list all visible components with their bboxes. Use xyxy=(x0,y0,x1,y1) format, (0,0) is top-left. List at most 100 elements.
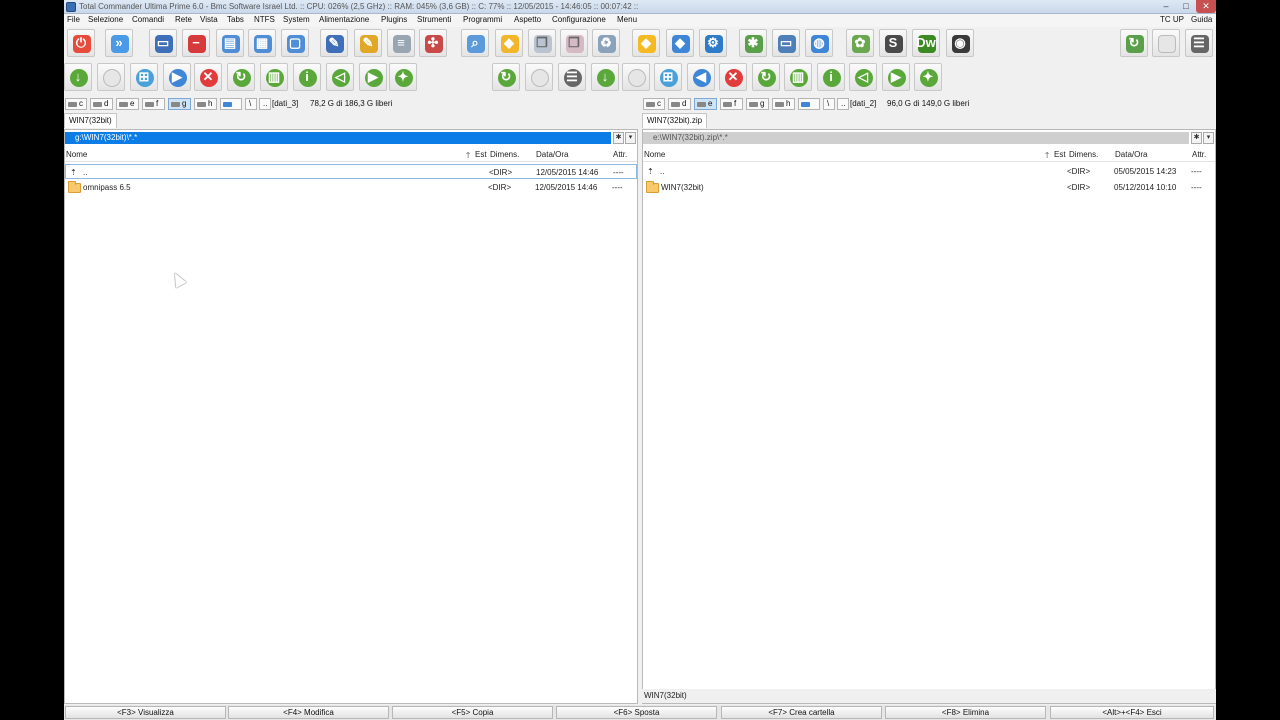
f3-view-button[interactable]: <F3> Visualizza xyxy=(65,706,226,719)
menu-menu[interactable]: Menu xyxy=(617,15,637,24)
table-row[interactable]: omnipass 6.5 <DIR> 12/05/2015 14:46 ---- xyxy=(65,180,637,195)
tb1-tag-button[interactable]: ◆ xyxy=(495,29,523,57)
tb2-blank-page-button[interactable] xyxy=(97,63,125,91)
tb2-volume-button[interactable]: ◁ xyxy=(849,63,877,91)
menu-ntfs[interactable]: NTFS xyxy=(254,15,275,24)
tb1-wrench-button[interactable]: ✱ xyxy=(739,29,767,57)
menu-tc-up[interactable]: TC UP xyxy=(1160,15,1184,24)
tb1-cube-blue-button[interactable]: ◆ xyxy=(666,29,694,57)
menu-configurazione[interactable]: Configurazione xyxy=(552,15,606,24)
tb2-refresh-button[interactable]: ↻ xyxy=(492,63,520,91)
left-network-drive[interactable] xyxy=(220,98,242,110)
tab-right-win7-zip[interactable]: WIN7(32bit).zip xyxy=(642,113,708,128)
tb1-sublime-button[interactable]: S xyxy=(879,29,907,57)
close-button[interactable]: ✕ xyxy=(1196,0,1216,13)
left-path-bar[interactable]: g:\WIN7(32bit)\*.* xyxy=(65,132,611,144)
menu-aspetto[interactable]: Aspetto xyxy=(514,15,541,24)
tb1-monitor-button[interactable]: ▭ xyxy=(772,29,800,57)
col-size[interactable]: Dimens. xyxy=(1069,150,1098,159)
col-date[interactable]: Data/Ora xyxy=(1115,150,1147,159)
right-drive-c[interactable]: c xyxy=(643,98,665,110)
tb1-globe-button[interactable]: ◍ xyxy=(805,29,833,57)
tb2-download-button[interactable]: ↓ xyxy=(64,63,92,91)
tb2-blank-page-button[interactable] xyxy=(525,63,553,91)
tb2-windows-logo-button[interactable]: ⊞ xyxy=(654,63,682,91)
tb1-window-button[interactable]: ▭ xyxy=(149,29,177,57)
left-drive-f[interactable]: f xyxy=(142,98,165,110)
menu-system[interactable]: System xyxy=(283,15,310,24)
table-row[interactable]: WIN7(32bit) <DIR> 05/12/2014 10:10 ---- xyxy=(643,180,1215,195)
left-drive-g[interactable]: g xyxy=(168,98,191,110)
left-drive-d[interactable]: d xyxy=(90,98,113,110)
menu-programmi[interactable]: Programmi xyxy=(463,15,502,24)
col-date[interactable]: Data/Ora xyxy=(536,150,568,159)
f4-edit-button[interactable]: <F4> Modifica xyxy=(228,706,389,719)
tb2-video-button[interactable]: ▶ xyxy=(882,63,910,91)
left-file-panel[interactable]: g:\WIN7(32bit)\*.* ✱ ▾ Nome 🡑 Est Dimens… xyxy=(64,129,638,704)
col-ext[interactable]: Est xyxy=(475,150,487,159)
tb2-reload-green-button[interactable]: ↻ xyxy=(752,63,780,91)
tb2-play-button[interactable]: ▶ xyxy=(163,63,191,91)
tb1-cube-yellow-button[interactable]: ◆ xyxy=(632,29,660,57)
left-hotlist-button[interactable]: ▾ xyxy=(625,132,636,144)
right-history-button[interactable]: ✱ xyxy=(1191,132,1202,144)
tb1-recycle-bin-button[interactable]: ♻ xyxy=(592,29,620,57)
maximize-button[interactable]: □ xyxy=(1176,0,1196,13)
tb2-heart-button[interactable]: ✦ xyxy=(389,63,417,91)
left-drive-up[interactable]: .. xyxy=(259,98,271,110)
right-hotlist-button[interactable]: ▾ xyxy=(1203,132,1214,144)
tb1-window-small-button[interactable]: ▢ xyxy=(281,29,309,57)
tb2-video-button[interactable]: ▶ xyxy=(359,63,387,91)
tb1-folder-pencil-button[interactable]: ✎ xyxy=(354,29,382,57)
table-row[interactable]: ⇡ .. <DIR> 05/05/2015 14:23 ---- xyxy=(643,164,1215,179)
left-drive-h[interactable]: h xyxy=(194,98,217,110)
tb2-back-button[interactable]: ◀ xyxy=(687,63,715,91)
menu-tabs[interactable]: Tabs xyxy=(227,15,244,24)
col-size[interactable]: Dimens. xyxy=(490,150,519,159)
f6-move-button[interactable]: <F6> Sposta xyxy=(556,706,717,719)
left-history-button[interactable]: ✱ xyxy=(613,132,624,144)
tab-left-win7[interactable]: WIN7(32bit) xyxy=(64,113,117,128)
tb1-stop-button[interactable]: − xyxy=(182,29,210,57)
right-drive-d[interactable]: d xyxy=(668,98,691,110)
menu-rete[interactable]: Rete xyxy=(175,15,192,24)
left-drive-c[interactable]: c xyxy=(65,98,87,110)
menu-alimentazione[interactable]: Alimentazione xyxy=(319,15,369,24)
tb2-download-button[interactable]: ↓ xyxy=(591,63,619,91)
left-drive-e[interactable]: e xyxy=(116,98,139,110)
left-drive-root[interactable]: \ xyxy=(245,98,257,110)
col-name[interactable]: Nome xyxy=(644,150,665,159)
tb1-power-button[interactable]: ⏻ xyxy=(67,29,95,57)
tb2-chart-button[interactable]: ▥ xyxy=(260,63,288,91)
tb2-close-red-button[interactable]: ✕ xyxy=(194,63,222,91)
menu-selezione[interactable]: Selezione xyxy=(88,15,123,24)
tb1-forward-button[interactable]: » xyxy=(105,29,133,57)
right-network-drive[interactable] xyxy=(798,98,820,110)
tb1-blank-page-button[interactable] xyxy=(1152,29,1180,57)
tb2-info-button[interactable]: i xyxy=(293,63,321,91)
f8-delete-button[interactable]: <F8> Elimina xyxy=(885,706,1046,719)
tb1-gear-button[interactable]: ⚙ xyxy=(699,29,727,57)
tb2-heart-button[interactable]: ✦ xyxy=(914,63,942,91)
menu-guida[interactable]: Guida xyxy=(1191,15,1212,24)
tb1-window-view-button[interactable]: ▤ xyxy=(216,29,244,57)
table-row[interactable]: ⇡ .. <DIR> 12/05/2015 14:46 ---- xyxy=(65,164,637,179)
right-drive-root[interactable]: \ xyxy=(823,98,835,110)
right-drive-up[interactable]: .. xyxy=(837,98,849,110)
tb1-network-button[interactable]: ✣ xyxy=(419,29,447,57)
alt-f4-exit-button[interactable]: <Alt>+<F4> Esci xyxy=(1050,706,1214,719)
tb1-dreamweaver-button[interactable]: Dw xyxy=(912,29,940,57)
tb2-windows-logo-button[interactable]: ⊞ xyxy=(130,63,158,91)
menu-file[interactable]: File xyxy=(67,15,80,24)
tb2-close-red-button[interactable]: ✕ xyxy=(719,63,747,91)
menu-vista[interactable]: Vista xyxy=(200,15,218,24)
menu-plugins[interactable]: Plugins xyxy=(381,15,407,24)
tb1-calendar-button[interactable]: ▦ xyxy=(248,29,276,57)
tb2-list-settings-button[interactable]: ☰ xyxy=(558,63,586,91)
tb2-info-button[interactable]: i xyxy=(817,63,845,91)
tb1-edit-button[interactable]: ✎ xyxy=(320,29,348,57)
right-drive-h[interactable]: h xyxy=(772,98,795,110)
tb1-search-button[interactable]: ⌕ xyxy=(461,29,489,57)
right-file-panel[interactable]: e:\WIN7(32bit).zip\*.* ✱ ▾ Nome 🡑 Est Di… xyxy=(642,129,1216,704)
tb1-copy-button[interactable]: ❐ xyxy=(528,29,556,57)
